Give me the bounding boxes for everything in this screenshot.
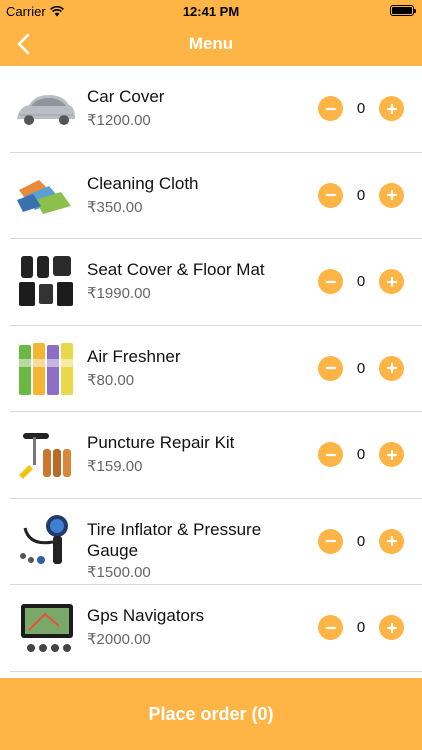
quantity-stepper: 0 (318, 442, 404, 467)
place-order-button[interactable]: Place order (0) (0, 678, 422, 750)
status-time: 12:41 PM (182, 4, 240, 19)
quantity-stepper: 0 (318, 96, 404, 121)
decrease-button[interactable] (318, 96, 343, 121)
header-bar: Carrier 12:41 PM Menu (0, 0, 422, 66)
quantity-stepper: 0 (318, 615, 404, 640)
increase-button[interactable] (379, 615, 404, 640)
seat-cover-image (19, 256, 73, 306)
quantity-value: 0 (356, 446, 366, 463)
gps-navigator-image (21, 604, 73, 652)
quantity-value: 0 (356, 619, 366, 636)
item-name: Seat Cover & Floor Mat (87, 260, 265, 279)
item-price: ₹350.00 (87, 198, 143, 216)
quantity-value: 0 (356, 186, 366, 204)
battery-icon (390, 5, 416, 16)
plus-icon (386, 449, 397, 460)
status-bar: Carrier 12:41 PM (0, 0, 422, 22)
item-name: Gps Navigators (87, 606, 205, 625)
item-name: Puncture Repair Kit (87, 433, 235, 452)
quantity-value: 0 (356, 532, 366, 550)
plus-icon (386, 622, 397, 633)
repair-kit-image (19, 433, 71, 479)
plus-icon (386, 103, 397, 114)
item-name: Air Freshner (87, 346, 181, 366)
list-item: Tire Inflator & Pressure Gauge ₹1500.00 … (10, 499, 422, 585)
minus-icon (325, 539, 336, 543)
quantity-stepper: 0 (318, 182, 404, 208)
item-price: ₹1500.00 (87, 563, 151, 581)
product-list: Car Cover ₹1200.00 0 Cleaning Cloth ₹350… (0, 66, 422, 678)
decrease-button[interactable] (318, 442, 343, 467)
minus-icon (325, 193, 336, 197)
item-name: Car Cover (87, 87, 165, 106)
decrease-button[interactable] (318, 355, 343, 381)
minus-icon (325, 366, 336, 370)
decrease-button[interactable] (318, 269, 343, 294)
decrease-button[interactable] (318, 528, 343, 554)
increase-button[interactable] (379, 182, 404, 208)
item-price: ₹80.00 (87, 371, 135, 389)
plus-icon (386, 535, 397, 547)
air-freshner-image (19, 342, 73, 395)
plus-icon (386, 189, 397, 201)
increase-button[interactable] (379, 528, 404, 554)
quantity-stepper: 0 (318, 269, 404, 294)
minus-icon (325, 107, 336, 110)
item-price: ₹1990.00 (87, 285, 151, 302)
nav-bar: Menu (0, 22, 422, 66)
decrease-button[interactable] (318, 182, 343, 208)
cleaning-cloth-image (17, 179, 71, 214)
increase-button[interactable] (379, 269, 404, 294)
page-title: Menu (188, 34, 234, 53)
increase-button[interactable] (379, 442, 404, 467)
car-cover-image (17, 95, 75, 125)
quantity-value: 0 (356, 359, 366, 377)
quantity-value: 0 (356, 100, 366, 117)
increase-button[interactable] (379, 355, 404, 381)
item-price: ₹159.00 (87, 458, 143, 475)
tire-inflator-image (20, 514, 68, 564)
list-item: Gps Navigators ₹2000.00 0 (10, 585, 422, 672)
list-item: Seat Cover & Floor Mat ₹1990.00 0 (10, 239, 422, 326)
item-price: ₹2000.00 (87, 631, 151, 648)
item-name: Cleaning Cloth (87, 173, 199, 193)
minus-icon (325, 626, 336, 629)
increase-button[interactable] (379, 96, 404, 121)
quantity-value: 0 (356, 273, 366, 290)
minus-icon (325, 280, 336, 283)
plus-icon (386, 362, 397, 374)
list-item: Cleaning Cloth ₹350.00 0 (10, 153, 422, 239)
list-item: Car Cover ₹1200.00 0 (10, 66, 422, 153)
item-price: ₹1200.00 (87, 112, 151, 129)
minus-icon (325, 453, 336, 456)
item-name: Tire Inflator & Pressure Gauge (87, 519, 262, 560)
list-item: Air Freshner ₹80.00 0 (10, 326, 422, 412)
quantity-stepper: 0 (318, 355, 404, 381)
decrease-button[interactable] (318, 615, 343, 640)
plus-icon (386, 276, 397, 287)
list-item: Puncture Repair Kit ₹159.00 0 (10, 412, 422, 499)
quantity-stepper: 0 (318, 528, 404, 554)
